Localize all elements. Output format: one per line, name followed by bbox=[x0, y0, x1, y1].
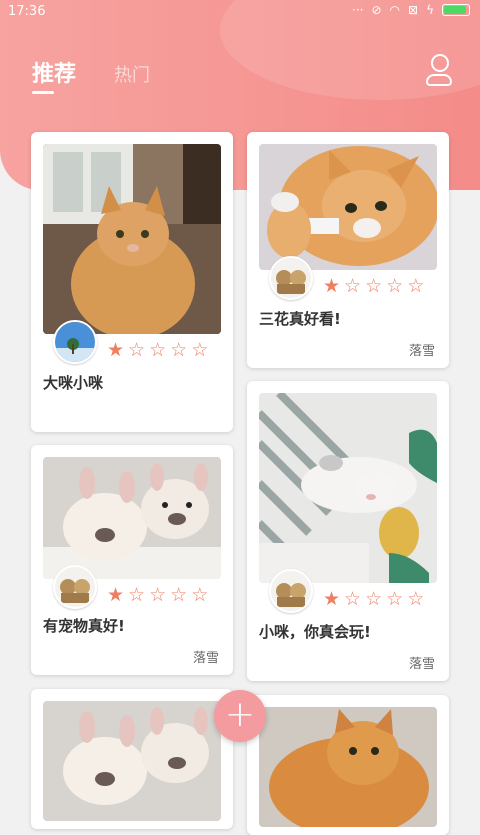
post-image bbox=[43, 457, 221, 579]
author-avatar[interactable] bbox=[269, 256, 313, 300]
star-empty-icon: ☆ bbox=[344, 275, 362, 297]
post-title: 大咪小咪 bbox=[43, 374, 104, 392]
author-avatar[interactable] bbox=[53, 565, 97, 609]
post-card-2[interactable]: ★ ☆ ☆ ☆ ☆ 三花真好看! 落雪 bbox=[247, 132, 449, 368]
rating-stars: ★ ☆ ☆ ☆ ☆ bbox=[107, 585, 208, 605]
star-filled-icon: ★ bbox=[107, 339, 125, 361]
post-title: 三花真好看! bbox=[259, 310, 341, 328]
star-empty-icon: ☆ bbox=[128, 584, 146, 606]
star-filled-icon: ★ bbox=[323, 275, 341, 297]
wifi-icon: ◠ bbox=[389, 3, 401, 17]
rating-stars: ★ ☆ ☆ ☆ ☆ bbox=[107, 340, 208, 360]
battery-icon bbox=[442, 4, 470, 16]
star-empty-icon: ☆ bbox=[149, 339, 167, 361]
post-image bbox=[43, 701, 221, 821]
star-filled-icon: ★ bbox=[323, 588, 341, 610]
post-card-1[interactable]: ★ ☆ ☆ ☆ ☆ 大咪小咪 bbox=[31, 132, 233, 432]
star-empty-icon: ☆ bbox=[407, 275, 425, 297]
post-author[interactable]: 落雪 bbox=[409, 653, 435, 672]
star-empty-icon: ☆ bbox=[149, 584, 167, 606]
star-empty-icon: ☆ bbox=[191, 339, 209, 361]
add-post-button[interactable]: + bbox=[214, 690, 266, 742]
tab-hot[interactable]: 热门 bbox=[114, 61, 150, 87]
sim-icon: ⊠ bbox=[408, 3, 419, 17]
star-empty-icon: ☆ bbox=[170, 584, 188, 606]
charging-icon: ϟ bbox=[426, 3, 434, 17]
post-image bbox=[43, 144, 221, 334]
alarm-icon: ⊘ bbox=[371, 3, 382, 17]
star-empty-icon: ☆ bbox=[191, 584, 209, 606]
star-filled-icon: ★ bbox=[107, 584, 125, 606]
star-empty-icon: ☆ bbox=[386, 588, 404, 610]
post-card-4[interactable]: ★ ☆ ☆ ☆ ☆ 有宠物真好! 落雪 bbox=[31, 445, 233, 675]
star-empty-icon: ☆ bbox=[365, 588, 383, 610]
post-card-3[interactable]: ★ ☆ ☆ ☆ ☆ 小咪，你真会玩! 落雪 bbox=[247, 381, 449, 681]
star-empty-icon: ☆ bbox=[407, 588, 425, 610]
user-icon[interactable] bbox=[424, 54, 454, 88]
post-title: 小咪，你真会玩! bbox=[259, 623, 371, 641]
status-bar: 17:36 ··· ⊘ ◠ ⊠ ϟ bbox=[0, 0, 480, 24]
star-empty-icon: ☆ bbox=[170, 339, 188, 361]
rating-stars: ★ ☆ ☆ ☆ ☆ bbox=[323, 589, 424, 609]
post-title: 有宠物真好! bbox=[43, 617, 125, 635]
rating-stars: ★ ☆ ☆ ☆ ☆ bbox=[323, 276, 424, 296]
star-empty-icon: ☆ bbox=[365, 275, 383, 297]
tab-recommended[interactable]: 推荐 bbox=[32, 56, 76, 88]
star-empty-icon: ☆ bbox=[386, 275, 404, 297]
post-card-6[interactable] bbox=[247, 695, 449, 835]
status-time: 17:36 bbox=[8, 4, 46, 19]
post-author[interactable]: 落雪 bbox=[193, 647, 219, 666]
author-avatar[interactable] bbox=[269, 569, 313, 613]
post-image bbox=[259, 144, 437, 270]
post-card-5[interactable] bbox=[31, 689, 233, 829]
post-image bbox=[259, 393, 437, 583]
post-author[interactable]: 落雪 bbox=[409, 340, 435, 359]
status-icons: ··· ⊘ ◠ ⊠ ϟ bbox=[352, 3, 470, 17]
tab-indicator bbox=[32, 91, 54, 94]
author-avatar[interactable] bbox=[53, 320, 97, 364]
post-image bbox=[259, 707, 437, 827]
star-empty-icon: ☆ bbox=[128, 339, 146, 361]
star-empty-icon: ☆ bbox=[344, 588, 362, 610]
signal-dots-icon: ··· bbox=[352, 3, 364, 17]
